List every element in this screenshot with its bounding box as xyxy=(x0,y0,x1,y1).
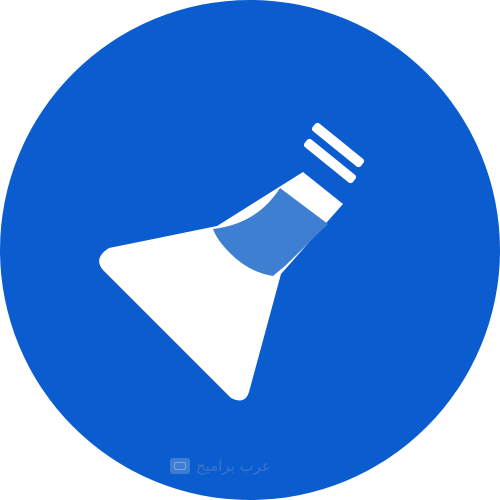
flask-logo xyxy=(0,0,500,500)
monitor-icon xyxy=(170,458,190,474)
watermark-text: عرب براميج xyxy=(196,457,271,475)
watermark: عرب براميج xyxy=(170,455,340,477)
app-icon: عرب براميج xyxy=(0,0,500,500)
